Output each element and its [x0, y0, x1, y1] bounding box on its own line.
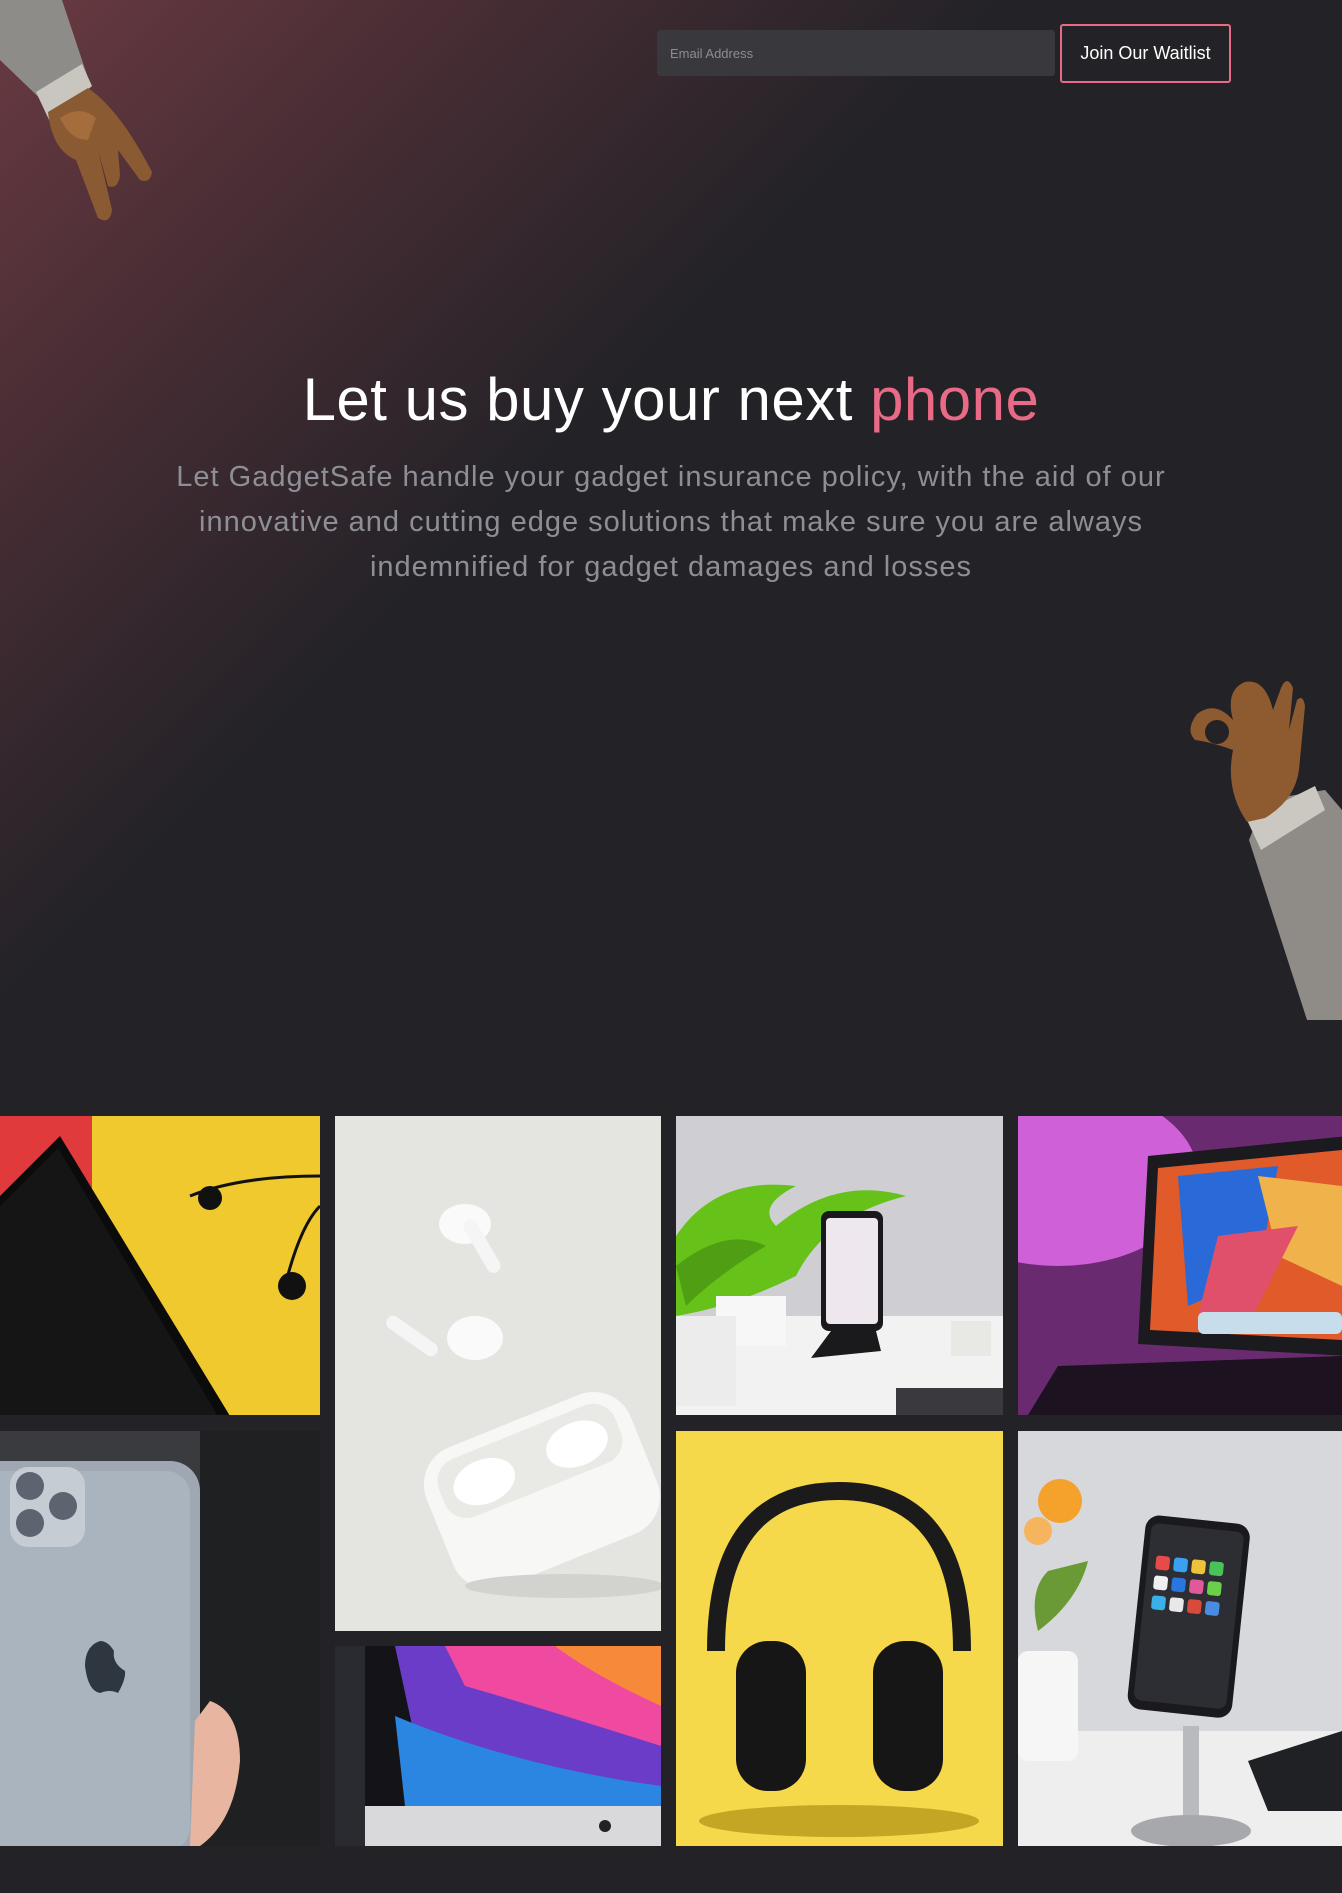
gallery-image-headphones — [676, 1431, 1003, 1846]
gallery-image-imac — [335, 1646, 661, 1846]
join-waitlist-button[interactable]: Join Our Waitlist — [1060, 24, 1231, 83]
hero-title-accent: phone — [870, 366, 1040, 433]
gallery-image-ipad-keyboard — [1018, 1116, 1342, 1415]
gallery-image-airpods — [335, 1116, 661, 1631]
gallery-image-phone-earphones — [0, 1116, 320, 1415]
hero-title: Let us buy your next phone — [0, 365, 1342, 434]
hand-illustration-ok-right — [1190, 681, 1342, 1020]
gallery-image-iphone-stand-flowers — [1018, 1431, 1342, 1846]
gallery-image-phone-stand-plant — [676, 1116, 1003, 1415]
email-address-input[interactable] — [657, 30, 1055, 76]
hero-title-main: Let us buy your next — [302, 366, 871, 433]
hero-subtitle: Let GadgetSafe handle your gadget insura… — [176, 461, 1166, 583]
gallery-image-iphone-back — [0, 1431, 320, 1846]
hand-illustration-top-left — [0, 0, 152, 221]
